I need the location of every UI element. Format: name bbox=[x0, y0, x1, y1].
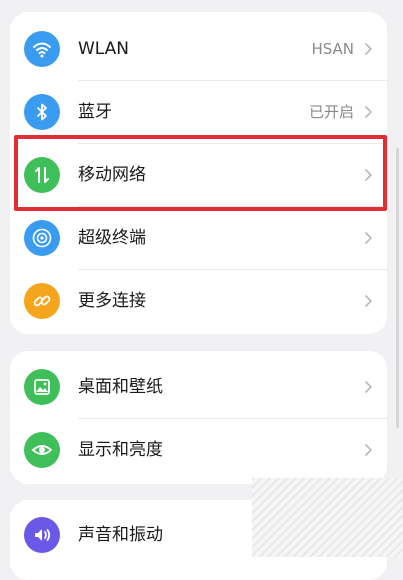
display-settings-card: 桌面和壁纸 显示和亮度 bbox=[10, 351, 387, 484]
settings-item-label: 超级终端 bbox=[78, 228, 146, 248]
chevron-right-icon bbox=[364, 443, 373, 457]
settings-item-label: 桌面和壁纸 bbox=[78, 377, 163, 397]
wifi-icon bbox=[24, 31, 60, 67]
settings-item-label: 更多连接 bbox=[78, 291, 146, 311]
chevron-right-icon bbox=[364, 168, 373, 182]
chevron-right-icon bbox=[364, 380, 373, 394]
watermark bbox=[252, 478, 403, 557]
chevron-right-icon bbox=[364, 42, 373, 56]
link-icon bbox=[24, 283, 60, 319]
settings-item-more-connections[interactable]: 更多连接 bbox=[10, 270, 387, 332]
wallpaper-icon bbox=[24, 369, 60, 405]
chevron-right-icon bbox=[364, 231, 373, 245]
settings-item-label: 显示和亮度 bbox=[78, 440, 163, 460]
settings-item-wlan[interactable]: WLAN HSAN bbox=[10, 18, 387, 80]
super-device-icon bbox=[24, 220, 60, 256]
settings-item-label: WLAN bbox=[78, 39, 130, 59]
connectivity-settings-card: WLAN HSAN 蓝牙 已开启 移动网络 超级终端 更多连接 bbox=[10, 12, 387, 334]
bluetooth-icon bbox=[24, 94, 60, 130]
settings-item-value: HSAN bbox=[311, 40, 354, 58]
settings-item-label: 蓝牙 bbox=[78, 102, 112, 122]
scrollbar[interactable] bbox=[396, 148, 399, 428]
chevron-right-icon bbox=[364, 294, 373, 308]
eye-icon bbox=[24, 432, 60, 468]
sound-icon bbox=[24, 517, 60, 553]
chevron-right-icon bbox=[364, 105, 373, 119]
settings-item-desktop-wallpaper[interactable]: 桌面和壁纸 bbox=[10, 356, 387, 418]
settings-item-super-device[interactable]: 超级终端 bbox=[10, 207, 387, 269]
settings-item-mobile-network[interactable]: 移动网络 bbox=[10, 144, 387, 206]
settings-item-value: 已开启 bbox=[308, 103, 354, 121]
settings-item-bluetooth[interactable]: 蓝牙 已开启 bbox=[10, 81, 387, 143]
settings-item-display-brightness[interactable]: 显示和亮度 bbox=[10, 419, 387, 481]
mobile-data-icon bbox=[24, 157, 60, 193]
settings-item-label: 移动网络 bbox=[78, 165, 146, 185]
